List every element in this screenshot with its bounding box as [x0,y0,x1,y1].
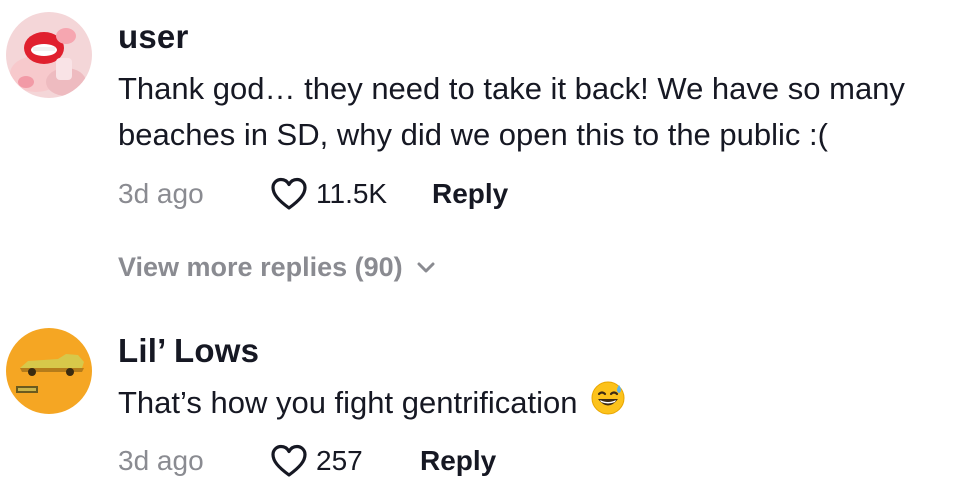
chevron-down-icon [417,262,435,272]
comment-username[interactable]: Lil’ Lows [118,332,259,370]
comment-timestamp: 3d ago [118,445,204,476]
view-more-replies-label: View more replies (90) [118,252,403,282]
comment-text: That’s how you fight gentrification [118,380,978,429]
avatar-image [6,12,92,98]
like-count: 11.5K [316,178,388,209]
avatar[interactable] [6,12,92,98]
avatar-image [6,328,92,414]
heart-outline-icon [271,177,307,210]
comment-item: user Thank god… they need to take it bac… [0,0,980,230]
heart-outline-icon [271,444,307,477]
view-more-replies-button[interactable]: View more replies (90) [118,252,435,283]
comment-username[interactable]: user [118,18,189,56]
comment-item: Lil’ Lows That’s how you fight gentrific… [0,320,980,490]
comment-text-content: That’s how you fight gentrification [118,385,578,420]
reply-button[interactable]: Reply [420,441,496,481]
like-button[interactable]: 257 [270,441,363,481]
reply-button[interactable]: Reply [432,174,508,214]
avatar[interactable] [6,328,92,414]
grinning-sweat-emoji [590,380,626,429]
like-count: 257 [316,445,363,476]
like-button[interactable]: 11.5K [270,174,387,214]
comment-text: Thank god… they need to take it back! We… [118,71,905,152]
comment-timestamp: 3d ago [118,178,204,209]
